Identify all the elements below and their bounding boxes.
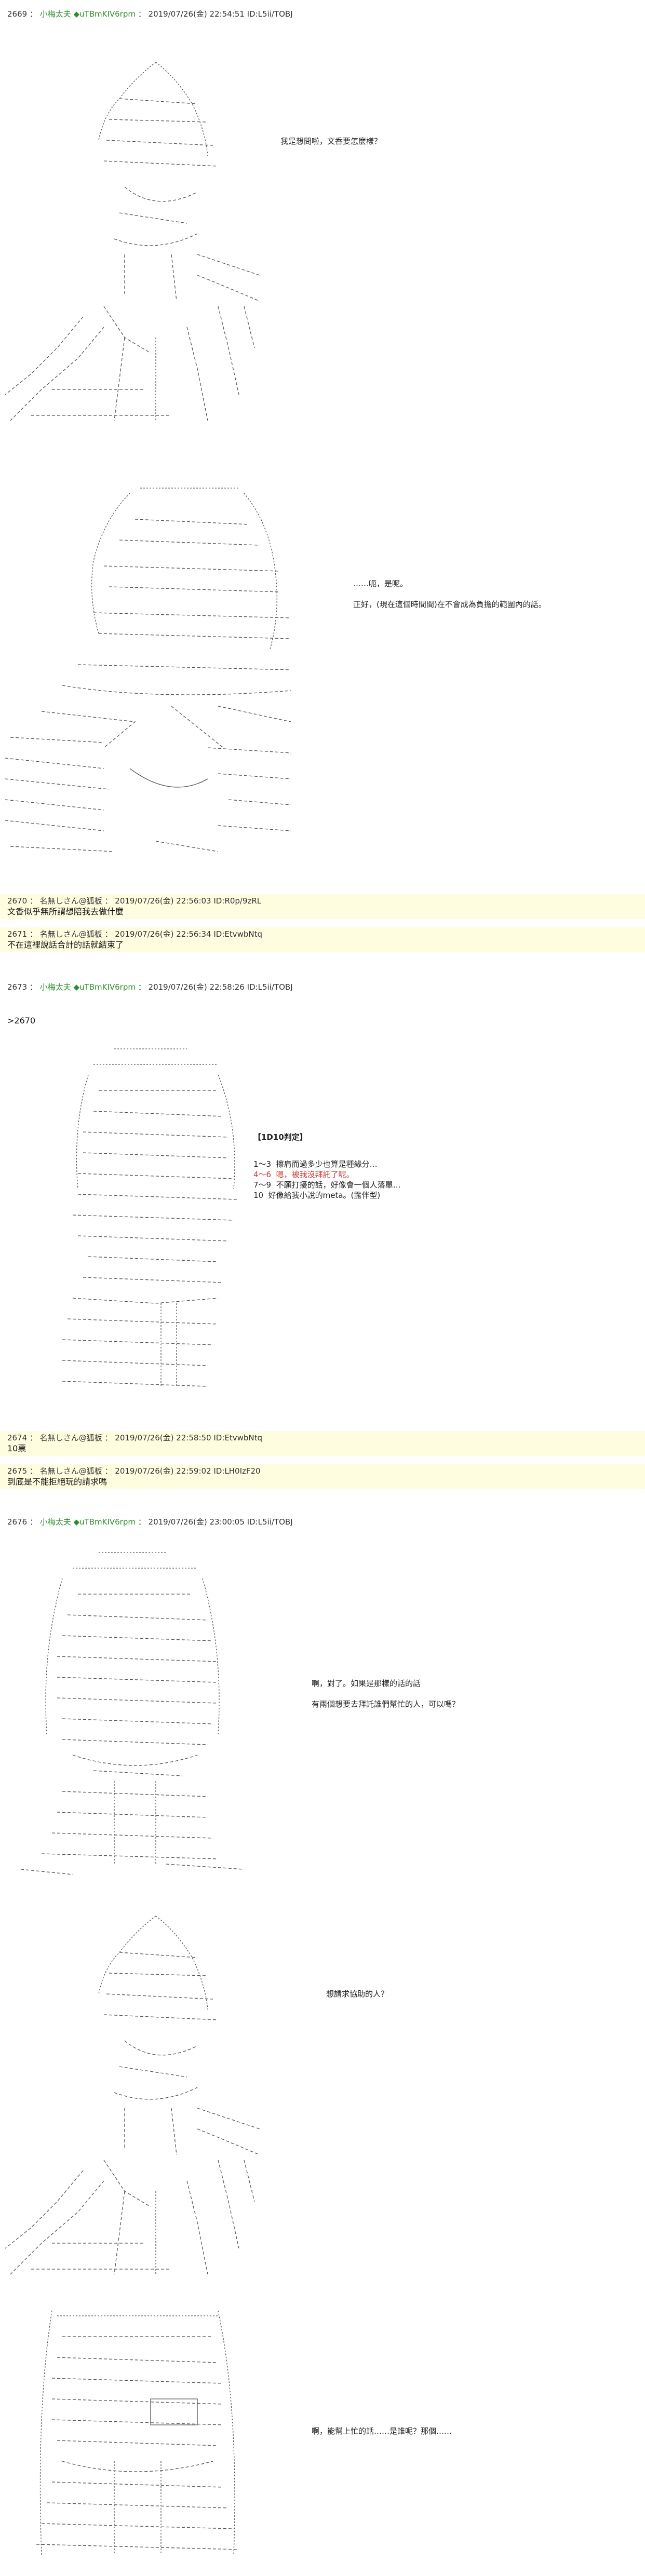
dice-roll-row-selected: 4～6 嗯，被我沒拜託了呢。 [253, 1170, 354, 1179]
post-header-2674: 2674 ： 名無しさん@狐板 ： 2019/07/26(金) 22:58:50… [7, 1433, 263, 1442]
dialogue-line: 啊，能幫上忙的話……是誰呢？那個…… [312, 2426, 452, 2436]
poster-name[interactable]: 名無しさん@狐板 [40, 1433, 102, 1442]
post-header-2671: 2671 ： 名無しさん@狐板 ： 2019/07/26(金) 22:56:34… [7, 929, 263, 939]
poster-id[interactable]: ID:EtvwbNtq [213, 929, 262, 939]
poster-id[interactable]: ID:L5ii/TOBJ [247, 1517, 293, 1527]
post-2675: 2675 ： 名無しさん@狐板 ： 2019/07/26(金) 22:59:02… [0, 1464, 645, 1489]
post-2674: 2674 ： 名無しさん@狐板 ： 2019/07/26(金) 22:58:50… [0, 1431, 645, 1456]
ascii-art-figure-2 [5, 488, 291, 852]
dialogue-line: 啊，對了。如果是那樣的話的話 [312, 1679, 421, 1688]
poster-name[interactable]: 小梅太夫 ◆uTBmKIV6rpm [40, 982, 136, 992]
poster-id[interactable]: ID:L5ii/TOBJ [247, 982, 293, 992]
ascii-art-figure-6 [36, 2310, 239, 2555]
post-header-2673: 2673 ： 小梅太夫 ◆uTBmKIV6rpm ： 2019/07/26(金)… [7, 982, 293, 992]
post-header-2675: 2675 ： 名無しさん@狐板 ： 2019/07/26(金) 22:59:02… [7, 1466, 261, 1476]
post-header-2669: 2669 ： 小梅太夫 ◆uTBmKIV6rpm ： 2019/07/26(金)… [7, 9, 293, 19]
ascii-art-figure-1 [5, 62, 260, 421]
poster-name[interactable]: 名無しさん@狐板 [40, 1466, 102, 1476]
post-header-2670: 2670 ： 名無しさん@狐板 ： 2019/07/26(金) 22:56:03… [7, 896, 262, 906]
poster-name[interactable]: 小梅太夫 ◆uTBmKIV6rpm [40, 9, 136, 19]
poster-id[interactable]: ID:R0p/9zRL [213, 896, 261, 906]
poster-id[interactable]: ID:L5ii/TOBJ [247, 9, 293, 19]
dice-roll-row: 1～3 擦肩而過多少也算是種緣分… [253, 1159, 378, 1169]
ascii-art-figure-3 [62, 1048, 239, 1387]
dice-roll-table: 1～3 擦肩而過多少也算是種緣分… 4～6 嗯，被我沒拜託了呢。 7～9 不願打… [253, 1159, 401, 1201]
ascii-art-figure-4 [20, 1552, 245, 1875]
post-body: 文香似乎無所謂想陪我去做什麼 [7, 907, 124, 916]
post-header-2676: 2676 ： 小梅太夫 ◆uTBmKIV6rpm ： 2019/07/26(金)… [7, 1517, 293, 1527]
reply-anchor-link[interactable]: >2670 [7, 1016, 35, 1026]
post-body: 不在這裡說話合計的話就結束了 [7, 940, 124, 950]
poster-name[interactable]: 名無しさん@狐板 [40, 896, 102, 906]
dice-roll-title: 【1D10判定】 [253, 1132, 307, 1142]
poster-name[interactable]: 小梅太夫 ◆uTBmKIV6rpm [40, 1517, 136, 1527]
dialogue-line: ……呃，是呢。 [353, 579, 408, 588]
poster-id[interactable]: ID:LH0IzF20 [213, 1466, 260, 1476]
dialogue-line: 想請求協助的人？ [326, 1989, 389, 1999]
post-2671: 2671 ： 名無しさん@狐板 ： 2019/07/26(金) 22:56:34… [0, 927, 645, 952]
post-2670: 2670 ： 名無しさん@狐板 ： 2019/07/26(金) 22:56:03… [0, 894, 645, 919]
dialogue-line: 我是想問啦，文香要怎麼樣？ [280, 137, 382, 146]
post-body: 10票 [7, 1444, 26, 1453]
dice-roll-row: 10 好像給我小說的meta。(露伴型) [253, 1191, 381, 1200]
dice-roll-row: 7～9 不願打擾的話，好像會一個人落單… [253, 1180, 401, 1190]
dialogue-line: 有兩個想要去拜託誰們幫忙的人，可以嗎？ [312, 1700, 460, 1709]
poster-id[interactable]: ID:EtvwbNtq [213, 1433, 262, 1442]
ascii-art-figure-5 [5, 1916, 260, 2275]
post-body: 到底是不能拒絕玩的請求嗎 [7, 1477, 108, 1487]
dialogue-line: 正好，(現在這個時間間)在不會成為負擔的範圍內的話。 [353, 600, 546, 609]
poster-name[interactable]: 名無しさん@狐板 [40, 929, 102, 939]
